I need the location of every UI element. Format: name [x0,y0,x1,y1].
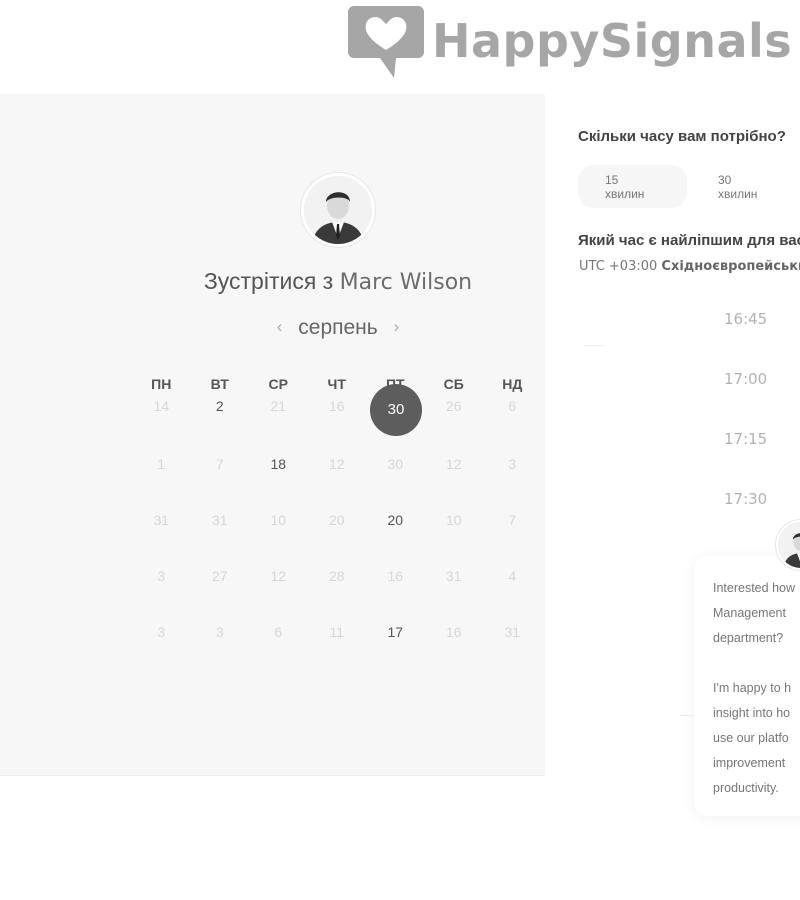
heart-chat-logo-icon [348,6,424,78]
time-slot[interactable]: 16:45 [700,304,800,364]
booking-page: HappySignals Зустрітися з Marc Wilson ‹ … [0,0,800,900]
duration-option-15[interactable]: 15 хвилин [578,165,687,208]
calendar-day: 6 [508,398,517,414]
host-avatar [301,173,375,247]
calendar-day: 3 [508,456,517,472]
selected-day[interactable]: 30 [370,384,422,436]
calendar-week: 142211630266 [132,396,543,454]
calendar-days: 1422116302661718123012331311020201073271… [132,396,543,678]
month-navigation: ‹ серпень › [150,316,526,340]
calendar-day: 4 [508,568,517,584]
month-label: серпень [298,316,378,339]
chat-message-intro: Interested how Management department? [713,581,795,645]
calendar-day: 7 [508,512,517,528]
calendar-week: 3 27 12 28 16 31 4 [132,566,543,622]
calendar-day: 11 [329,624,345,640]
calendar-day: 1 [157,456,166,472]
calendar-day: 16 [387,568,404,584]
calendar-day-available[interactable]: 17 [366,622,425,678]
calendar-day: 16 [445,624,462,640]
duration-options: 15 хвилин 30 хвилин [578,165,800,208]
calendar-day: 14 [153,398,170,414]
time-slot[interactable]: 17:15 [700,424,800,484]
calendar-day: 16 [328,398,345,414]
calendar-day: 12 [270,568,287,584]
calendar-day: 21 [270,398,287,414]
weekday-label: ВТ [210,376,229,392]
weekday-header: ПН ВТ СР ЧТ ПТ СБ НД [132,376,543,392]
chevron-left-icon[interactable]: ‹ [267,317,293,337]
brand-name: HappySignals [432,14,793,68]
weekday-label: СБ [443,376,464,392]
brand-logo: HappySignals [348,0,792,80]
calendar-day: 6 [274,624,283,640]
calendar-week: 3 3 6 11 17 16 31 [132,622,543,678]
calendar-day: 3 [157,624,166,640]
calendar-day: 26 [445,398,462,414]
calendar-day: 31 [504,624,521,640]
user-avatar-icon [304,176,372,244]
calendar-day: 12 [445,456,462,472]
calendar-day: 3 [215,624,224,640]
time-slot-list: 16:45 17:00 17:15 17:30 [700,304,800,544]
calendar-week: 31 31 10 20 20 10 7 [132,510,543,566]
calendar-day-available[interactable]: 2 [191,396,250,454]
duration-option-30[interactable]: 30 хвилин [691,165,800,208]
calendar-day: 10 [270,512,287,528]
timezone-name: Східноєвропейський час [661,259,800,274]
calendar-week: 1 7 18 12 30 12 3 [132,454,543,510]
calendar-day-available[interactable]: 20 [366,510,425,566]
calendar-day: 30 [387,456,404,472]
chat-message-body: I'm happy to h insight into ho use our p… [713,681,792,795]
divider [584,345,604,346]
weekday-label: НД [502,376,523,392]
weekday-label: ПН [151,376,172,392]
host-name: Marc Wilson [339,270,473,295]
calendar-day: 31 [211,512,228,528]
calendar-day: 28 [328,568,345,584]
title-prefix: Зустрітися з [203,268,340,294]
divider [680,715,694,716]
calendar-day: 27 [211,568,228,584]
weekday-label: ЧТ [327,376,346,392]
chevron-right-icon[interactable]: › [384,317,410,337]
calendar-day: 7 [215,456,224,472]
weekday-label: СР [268,376,288,392]
meeting-title: Зустрітися з Marc Wilson [150,268,526,295]
calendar-day: 20 [328,512,345,528]
timezone-label[interactable]: UTC +03:00 Східноєвропейський час [579,259,800,274]
calendar-grid: ПН ВТ СР ЧТ ПТ СБ НД 1422116302661718123… [132,376,543,678]
calendar-day: 31 [153,512,170,528]
calendar-day: 3 [157,568,166,584]
calendar-day-available[interactable]: 18 [249,454,308,510]
calendar-day: 31 [445,568,462,584]
time-slot[interactable]: 17:00 [700,364,800,424]
calendar-day: 12 [328,456,345,472]
calendar-day: 10 [445,512,462,528]
time-question: Який час є найліпшим для вас? [578,232,800,249]
timezone-offset: UTC +03:00 [579,259,658,274]
duration-question: Скільки часу вам потрібно? [578,128,786,145]
user-avatar-icon [778,522,800,568]
